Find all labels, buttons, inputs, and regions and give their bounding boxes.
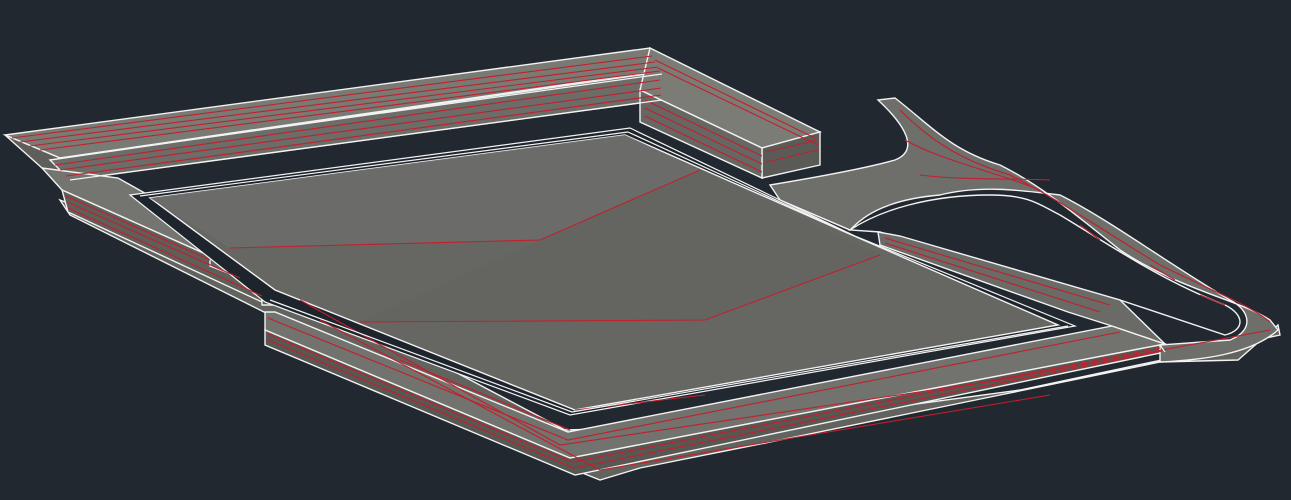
3d-model[interactable] [0,0,1291,500]
cad-viewport[interactable] [0,0,1291,500]
